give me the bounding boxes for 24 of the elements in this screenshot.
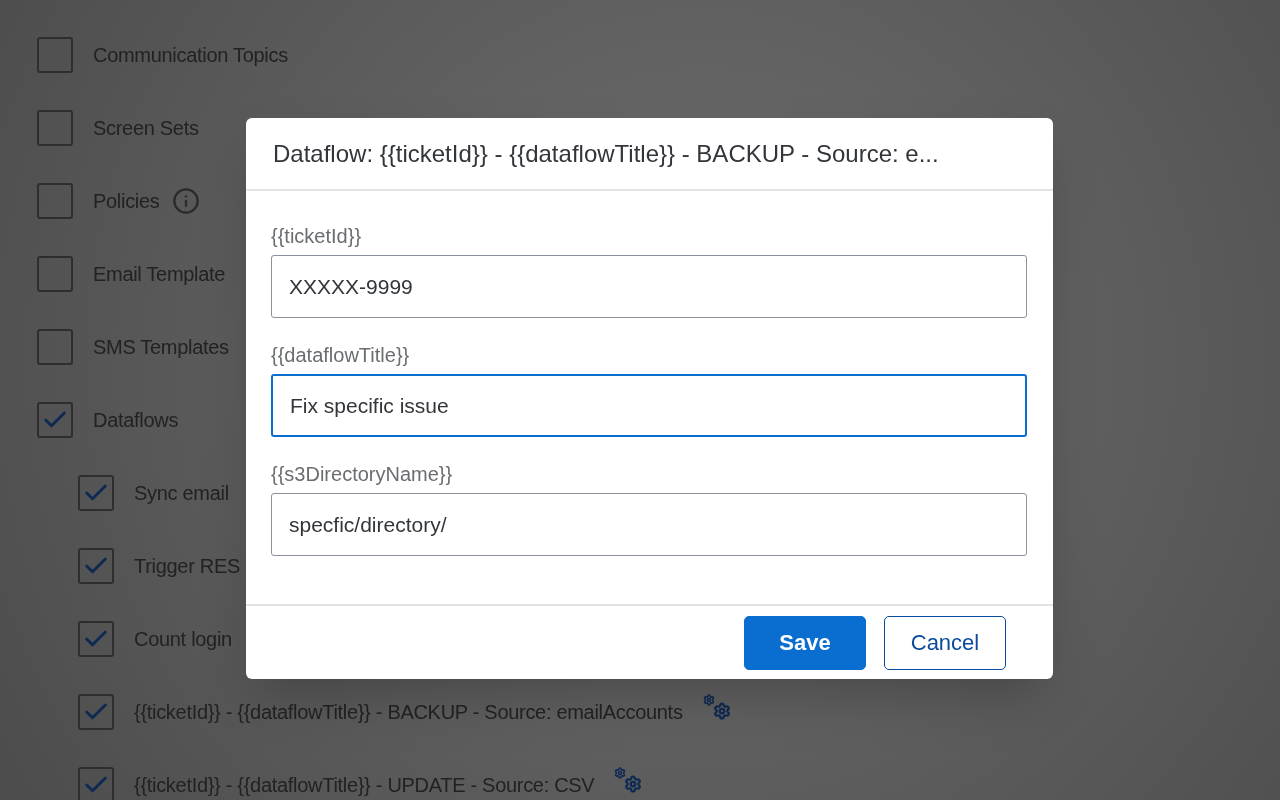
checkbox[interactable] [37,36,73,73]
checkbox[interactable] [37,109,73,146]
dialog-title: Dataflow: {{ticketId}} - {{dataflowTitle}} - BACKUP - Source: e... [273,138,939,169]
checkbox[interactable] [37,182,73,219]
field-label: {{s3DirectoryName}} [271,462,454,487]
checkbox[interactable] [78,474,114,511]
gears-icon[interactable] [702,693,731,720]
checkbox[interactable] [78,547,114,584]
input-field[interactable]: specfic/directory/ [271,493,1027,556]
field-label: {{dataflowTitle}} [271,343,411,368]
checkbox[interactable] [78,766,114,800]
checkbox[interactable] [37,255,73,292]
checkbox[interactable] [78,693,114,730]
save-button[interactable]: Save [744,615,866,670]
field-label: {{ticketId}} [271,224,363,249]
input-field[interactable]: XXXXX-9999 [271,255,1027,318]
checkbox[interactable] [37,328,73,365]
input-field[interactable]: Fix specific issue [271,374,1027,437]
gears-icon[interactable] [614,766,643,793]
cancel-button[interactable]: Cancel [884,615,1006,670]
checkbox[interactable] [78,620,114,657]
checkbox-label: Dataflows [93,407,179,433]
checkbox[interactable] [37,401,73,438]
info-icon[interactable] [171,186,200,215]
